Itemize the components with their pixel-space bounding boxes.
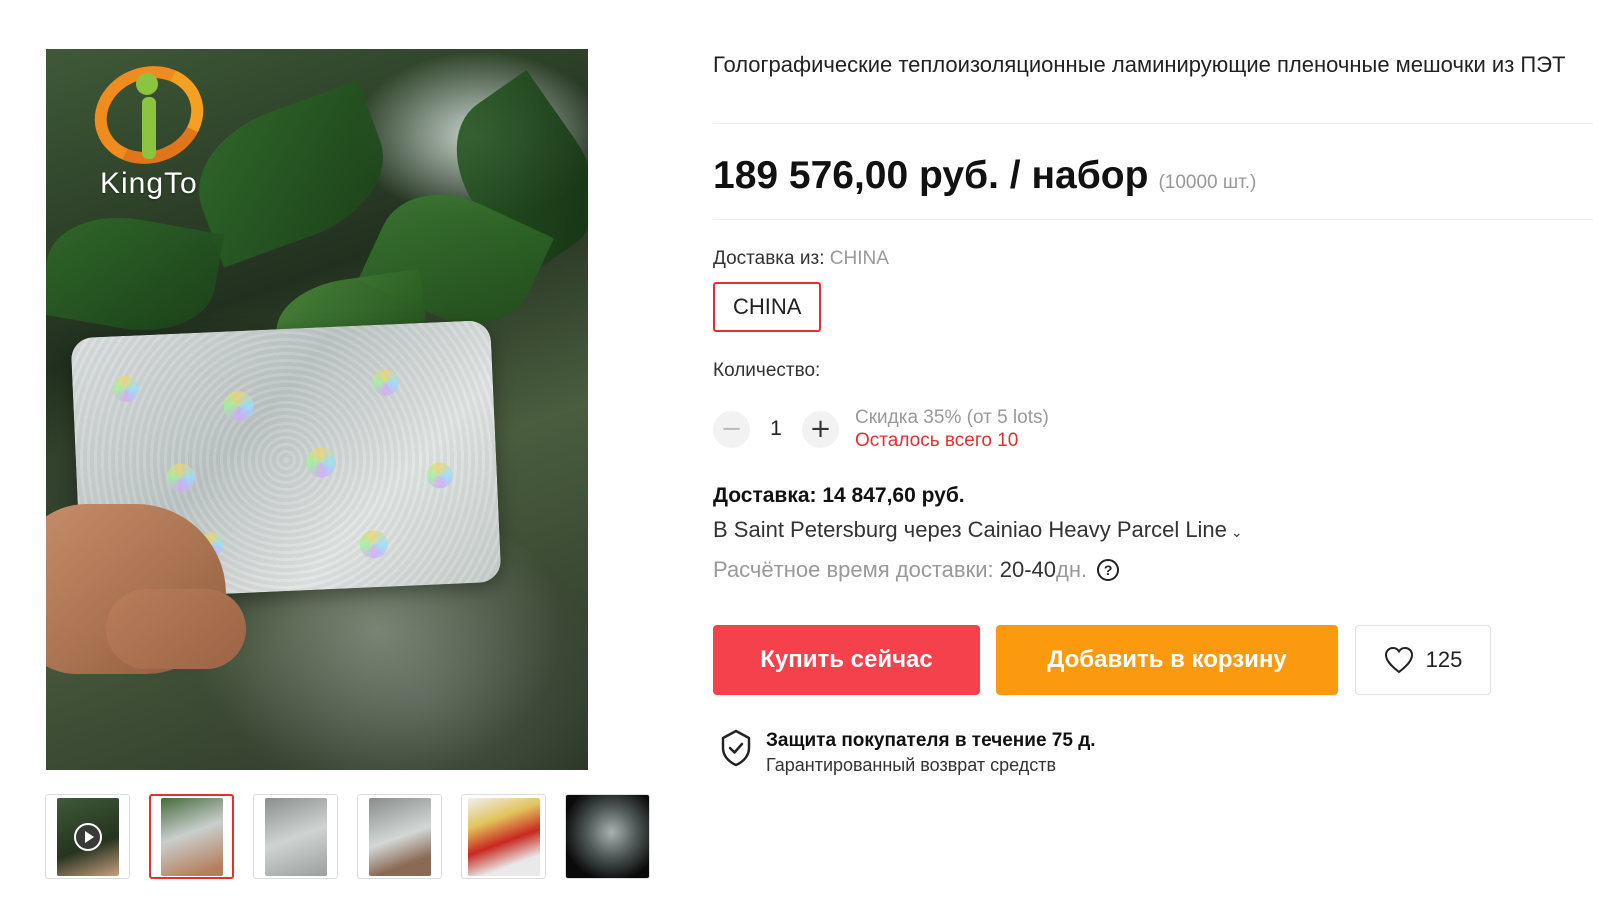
delivery-route-text: В Saint Petersburg через Cainiao Heavy P… [713, 517, 1227, 542]
buyer-protection-text: Защита покупателя в течение 75 д. Гарант… [766, 729, 1096, 777]
hologram-mark [166, 463, 196, 493]
hologram-mark [372, 369, 400, 397]
play-icon [74, 823, 102, 851]
price-row: 189 576,00 руб. / набор (10000 шт.) [713, 154, 1256, 198]
hologram-mark [222, 390, 255, 422]
thumbnail-image [467, 797, 540, 876]
brand-logo: KingTo [80, 51, 226, 217]
divider [713, 219, 1593, 220]
wishlist-button[interactable]: 125 [1355, 625, 1491, 695]
hologram-mark [112, 375, 140, 403]
thumbnail-image [264, 797, 327, 876]
main-product-image[interactable]: KingTo [46, 49, 588, 770]
quantity-increase-button[interactable]: + [802, 410, 839, 448]
thumbnail-active[interactable] [149, 794, 234, 879]
thumbnail-image [566, 795, 649, 878]
hologram-mark [426, 461, 454, 489]
ship-from-value: CHINA [829, 248, 889, 269]
quantity-notes: Скидка 35% (от 5 lots) Осталось всего 10 [855, 406, 1049, 452]
quantity-label: Количество: [713, 360, 821, 381]
hologram-mark [305, 446, 337, 479]
price-unit: (10000 шт.) [1158, 172, 1257, 193]
thumbnail-image [368, 797, 431, 876]
product-title: Голографические теплоизоляционные ламини… [713, 52, 1566, 77]
thumbnail[interactable] [357, 794, 442, 879]
hand [106, 589, 246, 669]
help-icon[interactable]: ? [1097, 559, 1120, 581]
ship-from-label: Доставка из: [713, 248, 825, 269]
thumbnail[interactable] [253, 794, 338, 879]
bulk-discount-text: Скидка 35% (от 5 lots) [855, 407, 1049, 428]
shield-check-icon [721, 729, 751, 767]
product-info: Голографические теплоизоляционные ламини… [713, 50, 1593, 80]
buyer-protection: Защита покупателя в течение 75 д. Гарант… [720, 729, 1096, 777]
thumbnail-video[interactable] [45, 794, 130, 879]
quantity-decrease-button[interactable]: − [713, 410, 750, 448]
heart-icon [1384, 646, 1413, 674]
buyer-protection-subtitle: Гарантированный возврат средств [766, 755, 1057, 775]
hologram-mark [359, 529, 389, 559]
ship-from: Доставка из: CHINA [713, 248, 889, 270]
wishlist-count: 125 [1425, 647, 1463, 672]
product-price: 189 576,00 руб. / набор [713, 154, 1149, 197]
divider [713, 123, 1593, 124]
stock-remaining-text: Осталось всего 10 [855, 430, 1019, 451]
country-option-china[interactable]: CHINA [713, 282, 822, 332]
chevron-down-icon: ⌄ [1230, 525, 1243, 541]
delivery-time-unit: дн. [1056, 557, 1088, 582]
delivery-time-label: Расчётное время доставки: [713, 557, 994, 582]
quantity-value[interactable]: 1 [750, 417, 802, 441]
delivery-time: Расчётное время доставки: 20-40 дн. ? [713, 557, 1120, 583]
logo-figure-icon [136, 73, 158, 95]
logo-figure-icon [142, 97, 156, 159]
add-to-cart-button[interactable]: Добавить в корзину [996, 625, 1338, 695]
quantity-stepper: − 1 + Скидка 35% (от 5 lots) Осталось вс… [713, 406, 1049, 452]
delivery-time-value: 20-40 [999, 557, 1057, 582]
logo-text: KingTo [100, 167, 198, 200]
thumbnail-image [160, 797, 223, 876]
buyer-protection-title: Защита покупателя в течение 75 д. [766, 730, 1096, 751]
plant-leaf [46, 205, 225, 343]
delivery-cost: Доставка: 14 847,60 руб. [713, 484, 965, 507]
delivery-route-selector[interactable]: В Saint Petersburg через Cainiao Heavy P… [713, 517, 1243, 543]
thumbnail-strip [45, 794, 650, 879]
buy-now-button[interactable]: Купить сейчас [713, 625, 980, 695]
thumbnail[interactable] [461, 794, 546, 879]
thumbnail[interactable] [565, 794, 650, 879]
